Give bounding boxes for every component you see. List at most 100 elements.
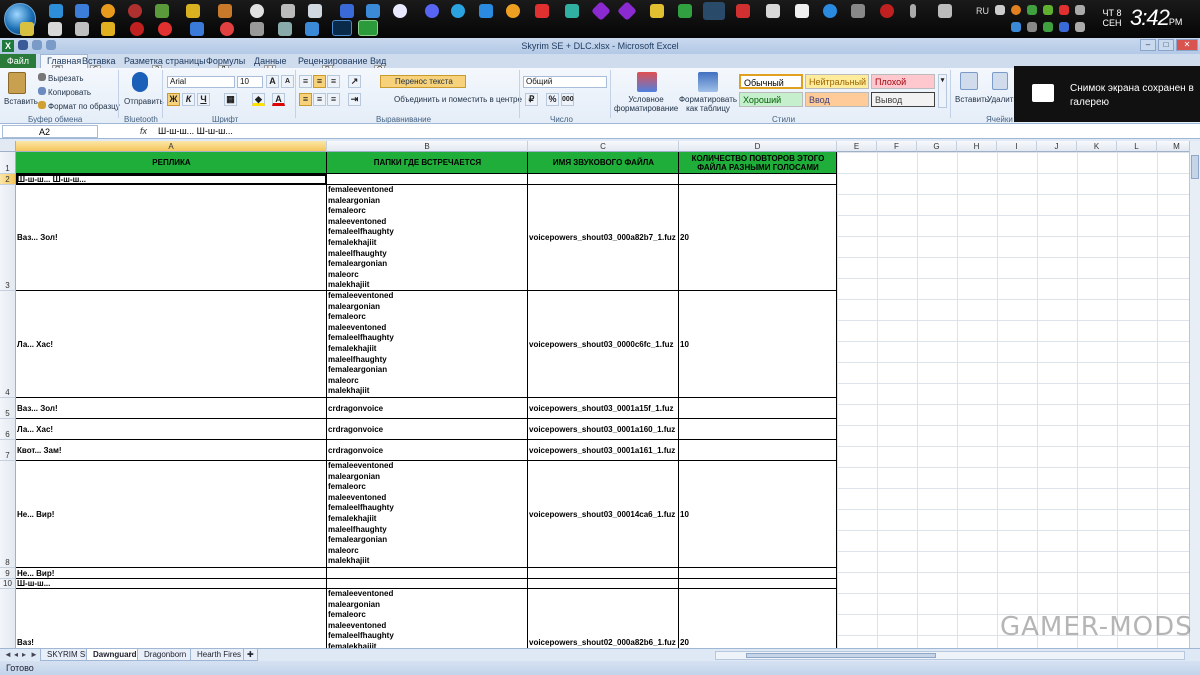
send-button[interactable]: Отправить bbox=[124, 97, 164, 106]
column-header[interactable]: E bbox=[837, 141, 877, 152]
tray-icon[interactable] bbox=[1075, 5, 1085, 15]
delete-cells-icon[interactable] bbox=[992, 72, 1008, 90]
cell-d3[interactable]: 20 bbox=[679, 185, 837, 291]
app-icon[interactable] bbox=[851, 4, 865, 18]
column-header[interactable]: D bbox=[679, 141, 837, 152]
cell-b6[interactable]: crdragonvoice bbox=[327, 419, 528, 440]
vertical-scrollbar[interactable] bbox=[1189, 141, 1200, 648]
cell-c3[interactable]: voicepowers_shout03_000a82b7_1.fuz bbox=[528, 185, 679, 291]
italic-button[interactable]: К bbox=[182, 93, 195, 106]
app-icon[interactable] bbox=[278, 22, 292, 36]
cell-c4[interactable]: voicepowers_shout03_0000c6fc_1.fuz bbox=[528, 291, 679, 398]
tray-icon[interactable] bbox=[1043, 5, 1053, 15]
format-as-table-icon[interactable] bbox=[698, 72, 718, 92]
tray-icon[interactable] bbox=[1027, 22, 1037, 32]
column-header[interactable]: M bbox=[1157, 141, 1189, 152]
insert-cells-icon[interactable] bbox=[960, 72, 978, 90]
language-indicator[interactable]: RU bbox=[976, 6, 989, 16]
formula-input[interactable]: Ш-ш-ш... Ш-ш-ш... bbox=[158, 126, 233, 136]
tray-icon[interactable] bbox=[1011, 5, 1021, 15]
sheet-tab-dragonborn[interactable]: Dragonborn bbox=[137, 649, 194, 661]
cell-a7[interactable]: Квот... Зам! bbox=[16, 440, 327, 461]
photoshop-icon[interactable] bbox=[332, 20, 352, 36]
tab-review[interactable]: Рецензирование bbox=[298, 56, 368, 66]
row-header[interactable]: 3 bbox=[0, 185, 16, 291]
cell-b4[interactable]: femaleeventoned maleargonian femaleorc m… bbox=[327, 291, 528, 398]
cut-button[interactable]: Вырезать bbox=[48, 74, 84, 83]
worksheet-grid[interactable]: A B C D E F G H I J K L M 1 2 3 4 5 6 7 … bbox=[0, 141, 1189, 648]
app-icon[interactable] bbox=[479, 4, 493, 18]
wrap-text-button[interactable]: Перенос текста bbox=[380, 75, 466, 88]
tray-icon[interactable] bbox=[1027, 5, 1037, 15]
cell-c6[interactable]: voicepowers_shout03_0001a160_1.fuz bbox=[528, 419, 679, 440]
row-header[interactable]: 9 bbox=[0, 568, 16, 579]
app-icon[interactable] bbox=[425, 4, 439, 18]
cell-d7[interactable] bbox=[679, 440, 837, 461]
tray-icon[interactable] bbox=[995, 5, 1005, 15]
close-button[interactable]: ✕ bbox=[1176, 39, 1198, 51]
format-painter-button[interactable]: Формат по образцу bbox=[48, 102, 120, 111]
app-icon[interactable] bbox=[190, 22, 204, 36]
shrink-font-button[interactable]: A bbox=[281, 75, 294, 88]
delete-cells-button[interactable]: Удалить bbox=[987, 95, 1018, 104]
cell-c9[interactable] bbox=[528, 568, 679, 579]
paste-button[interactable]: Вставить bbox=[4, 97, 38, 106]
app-icon[interactable] bbox=[48, 22, 62, 36]
conditional-formatting-icon[interactable] bbox=[637, 72, 657, 92]
tab-page-layout[interactable]: Разметка страницы bbox=[124, 56, 206, 66]
row-header[interactable]: 7 bbox=[0, 440, 16, 461]
tray-icon[interactable] bbox=[1075, 22, 1085, 32]
cell-b11[interactable]: femaleeventoned maleargonian femaleorc m… bbox=[327, 589, 528, 648]
app-icon[interactable] bbox=[650, 4, 664, 18]
cell-d10[interactable] bbox=[679, 579, 837, 589]
app-icon[interactable] bbox=[795, 4, 809, 18]
cell-c11[interactable]: voicepowers_shout02_000a82b6_1.fuz bbox=[528, 589, 679, 648]
tray-icon[interactable] bbox=[1059, 5, 1069, 15]
app-icon[interactable] bbox=[49, 4, 63, 18]
borders-button[interactable]: ▦ bbox=[224, 93, 237, 106]
cell-d9[interactable] bbox=[679, 568, 837, 579]
minimize-button[interactable]: – bbox=[1140, 39, 1156, 51]
header-cell-filename[interactable]: ИМЯ ЗВУКОВОГО ФАЙЛА bbox=[528, 152, 679, 174]
sheet-nav-last[interactable]: ► bbox=[30, 650, 38, 659]
app-icon[interactable] bbox=[250, 22, 264, 36]
app-icon[interactable] bbox=[451, 4, 465, 18]
app-icon[interactable] bbox=[506, 4, 520, 18]
tab-file[interactable]: Файл bbox=[0, 54, 36, 68]
cell-a2[interactable]: Ш-ш-ш... Ш-ш-ш... bbox=[16, 174, 327, 185]
font-name-select[interactable]: Arial bbox=[167, 76, 235, 88]
cell-c8[interactable]: voicepowers_shout03_00014ca6_1.fuz bbox=[528, 461, 679, 568]
row-header[interactable]: 2 bbox=[0, 174, 16, 185]
row-header[interactable]: 10 bbox=[0, 579, 16, 589]
paste-icon[interactable] bbox=[8, 72, 26, 94]
tray-icon[interactable] bbox=[1011, 22, 1021, 32]
style-neutral[interactable]: Нейтральный bbox=[805, 74, 869, 89]
column-header[interactable]: H bbox=[957, 141, 997, 152]
column-header[interactable]: A bbox=[16, 141, 327, 152]
style-normal[interactable]: Обычный bbox=[739, 74, 803, 89]
style-bad[interactable]: Плохой bbox=[871, 74, 935, 89]
indent-button[interactable]: ⇥ bbox=[348, 93, 361, 106]
conditional-formatting-button[interactable]: Условное форматирование bbox=[614, 95, 678, 113]
cell-d11[interactable]: 20 bbox=[679, 589, 837, 648]
app-icon[interactable] bbox=[617, 1, 637, 21]
thousands-button[interactable]: 000 bbox=[561, 93, 574, 106]
row-header[interactable]: 11 bbox=[0, 589, 16, 648]
header-cell-folders[interactable]: ПАПКИ ГДЕ ВСТРЕЧАЕТСЯ bbox=[327, 152, 528, 174]
cell-d6[interactable] bbox=[679, 419, 837, 440]
app-icon[interactable] bbox=[186, 4, 200, 18]
cell-a11[interactable]: Ваз! bbox=[16, 589, 327, 648]
cell-b3[interactable]: femaleeventoned maleargonian femaleorc m… bbox=[327, 185, 528, 291]
cell-c7[interactable]: voicepowers_shout03_0001a161_1.fuz bbox=[528, 440, 679, 461]
align-middle-button[interactable]: ≡ bbox=[313, 75, 326, 88]
style-input[interactable]: Ввод bbox=[805, 92, 869, 107]
header-cell-replica[interactable]: РЕПЛИКА bbox=[16, 152, 327, 174]
currency-button[interactable]: ₽ bbox=[525, 93, 538, 106]
grow-font-button[interactable]: A bbox=[266, 75, 279, 88]
insert-function-button[interactable]: fx bbox=[140, 126, 147, 136]
header-cell-count[interactable]: КОЛИЧЕСТВО ПОВТОРОВ ЭТОГО ФАЙЛА РАЗНЫМИ … bbox=[679, 152, 837, 174]
new-sheet-button[interactable]: ✚ bbox=[243, 649, 258, 661]
style-good[interactable]: Хороший bbox=[739, 92, 803, 107]
app-icon[interactable] bbox=[20, 22, 34, 36]
merge-center-button[interactable]: Объединить и поместить в центре bbox=[394, 95, 522, 104]
